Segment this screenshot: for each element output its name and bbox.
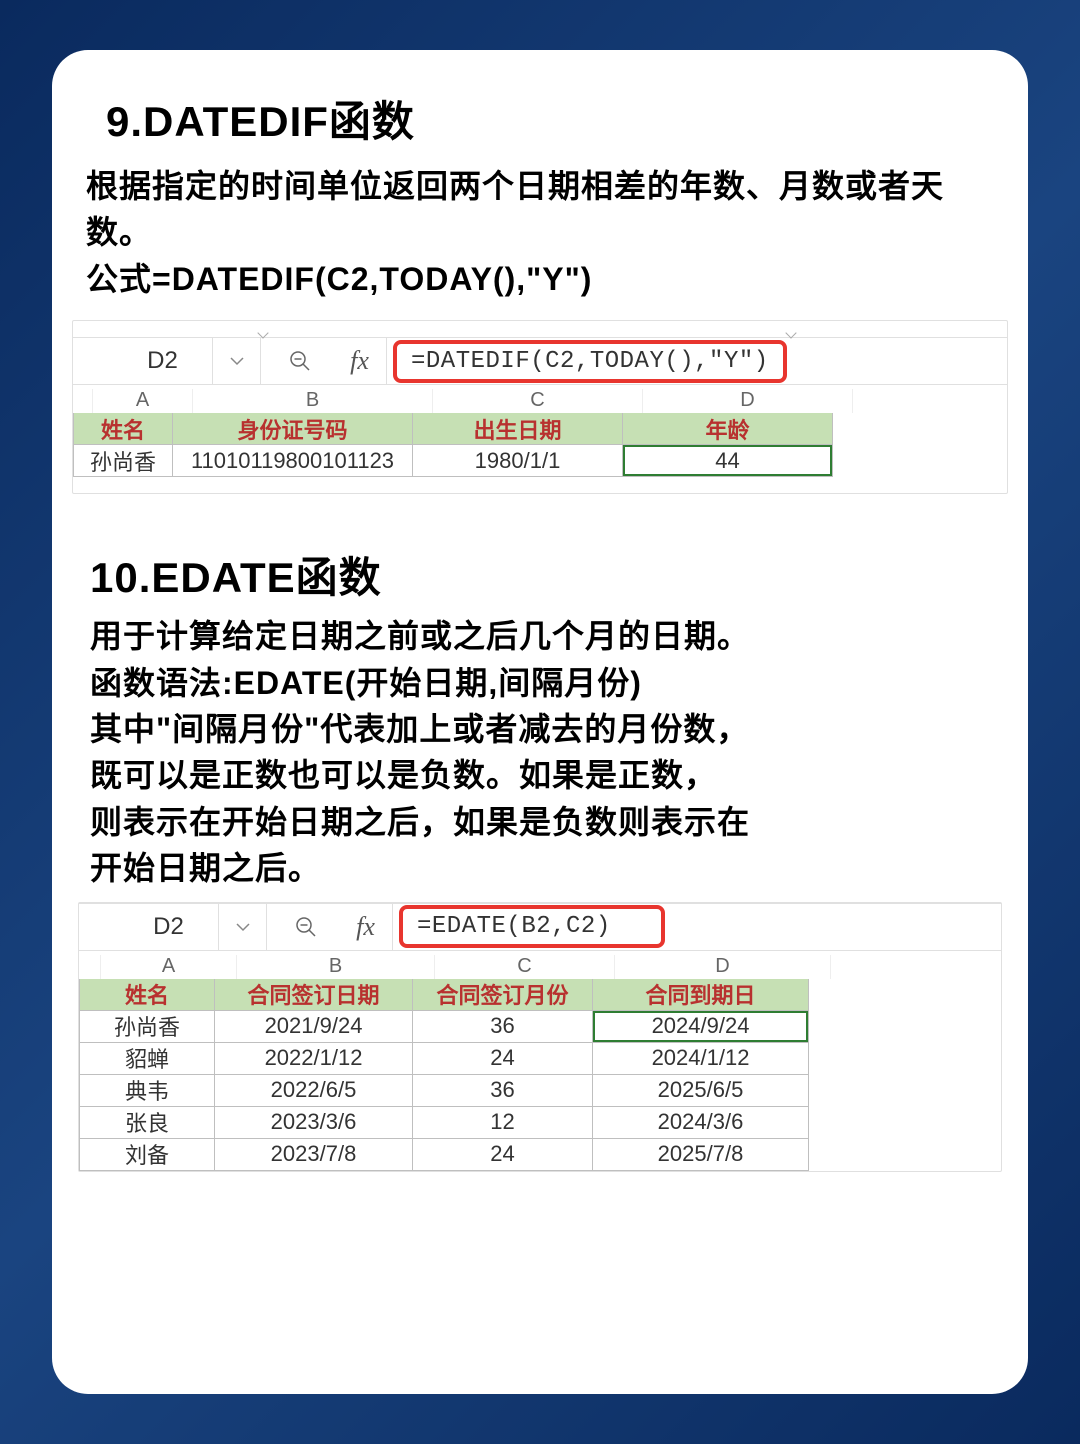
- desc-text: 函数语法:EDATE(开始日期,间隔月份): [90, 665, 642, 701]
- section-title-1: 9.DATEDIF函数: [106, 88, 998, 149]
- desc-text: 其中"间隔月份"代表加上或者减去的月份数，: [90, 711, 749, 747]
- table-header-row: 姓名 身份证号码 出生日期 年龄: [73, 413, 1007, 445]
- cell[interactable]: 孙尚香: [79, 1011, 215, 1043]
- spreadsheet-1: A B C D 姓名 身份证号码 出生日期 年龄 孙尚香 11010119800…: [73, 389, 1007, 477]
- cell[interactable]: 2022/6/5: [215, 1075, 413, 1107]
- cell[interactable]: 貂蝉: [79, 1043, 215, 1075]
- col-header-B[interactable]: B: [193, 389, 433, 413]
- cell[interactable]: 2023/3/6: [215, 1107, 413, 1139]
- table-row: 孙尚香 2021/9/24 36 2024/9/24: [79, 1011, 1001, 1043]
- desc-text: 则表示在开始日期之后，如果是负数则表示在: [90, 804, 750, 840]
- table-row: 张良 2023/3/6 12 2024/3/6: [79, 1107, 1001, 1139]
- cell[interactable]: 1980/1/1: [413, 445, 623, 477]
- content-card: 9.DATEDIF函数 根据指定的时间单位返回两个日期相差的年数、月数或者天数。…: [52, 50, 1028, 1394]
- table-row: 典韦 2022/6/5 36 2025/6/5: [79, 1075, 1001, 1107]
- col-header-C[interactable]: C: [433, 389, 643, 413]
- fx-icon[interactable]: fx: [345, 904, 393, 950]
- table-header-row: 姓名 合同签订日期 合同签订月份 合同到期日: [79, 979, 1001, 1011]
- zoom-out-icon[interactable]: [261, 338, 339, 384]
- cell[interactable]: 孙尚香: [73, 445, 173, 477]
- section-datedif: 9.DATEDIF函数 根据指定的时间单位返回两个日期相差的年数、月数或者天数。…: [82, 88, 998, 494]
- ruler-ticks: [73, 321, 1007, 337]
- fx-icon[interactable]: fx: [339, 338, 387, 384]
- header-name[interactable]: 姓名: [79, 979, 215, 1011]
- excel-snippet-1: D2 fx =DATEDIF(C2,TODAY(),"Y") A B C D: [72, 320, 1008, 494]
- cell[interactable]: 12: [413, 1107, 593, 1139]
- section-edate: 10.EDATE函数 用于计算给定日期之前或之后几个月的日期。 函数语法:EDA…: [82, 544, 998, 1171]
- header-signdate[interactable]: 合同签订日期: [215, 979, 413, 1011]
- header-months[interactable]: 合同签订月份: [413, 979, 593, 1011]
- cell[interactable]: 张良: [79, 1107, 215, 1139]
- header-id[interactable]: 身份证号码: [173, 413, 413, 445]
- excel-snippet-2: D2 fx =EDATE(B2,C2) A B C D: [78, 902, 1002, 1172]
- active-cell[interactable]: 2024/9/24: [593, 1011, 809, 1043]
- column-headers: A B C D: [79, 955, 1001, 979]
- cell[interactable]: 2022/1/12: [215, 1043, 413, 1075]
- active-cell[interactable]: 44: [623, 445, 833, 477]
- name-box[interactable]: D2: [73, 338, 213, 384]
- cell[interactable]: 11010119800101123: [173, 445, 413, 477]
- cell[interactable]: 2024/1/12: [593, 1043, 809, 1075]
- formula-input-1[interactable]: =DATEDIF(C2,TODAY(),"Y"): [393, 340, 787, 383]
- section-desc-2: 用于计算给定日期之前或之后几个月的日期。 函数语法:EDATE(开始日期,间隔月…: [90, 613, 998, 891]
- col-header-A[interactable]: A: [101, 955, 237, 979]
- cell[interactable]: 2024/3/6: [593, 1107, 809, 1139]
- header-age[interactable]: 年龄: [623, 413, 833, 445]
- col-header-D[interactable]: D: [643, 389, 853, 413]
- col-header-B[interactable]: B: [237, 955, 435, 979]
- formula-bar-1: D2 fx =DATEDIF(C2,TODAY(),"Y"): [73, 337, 1007, 385]
- desc-text: 开始日期之后。: [90, 850, 321, 886]
- chevron-down-icon[interactable]: [213, 338, 261, 384]
- cell[interactable]: 典韦: [79, 1075, 215, 1107]
- header-birthdate[interactable]: 出生日期: [413, 413, 623, 445]
- cell[interactable]: 2021/9/24: [215, 1011, 413, 1043]
- table-row: 孙尚香 11010119800101123 1980/1/1 44: [73, 445, 1007, 477]
- zoom-out-icon[interactable]: [267, 904, 345, 950]
- name-box[interactable]: D2: [79, 904, 219, 950]
- table-row: 刘备 2023/7/8 24 2025/7/8: [79, 1139, 1001, 1171]
- cell[interactable]: 36: [413, 1011, 593, 1043]
- col-header-C[interactable]: C: [435, 955, 615, 979]
- desc-text: 既可以是正数也可以是负数。如果是正数，: [90, 757, 717, 793]
- spreadsheet-2: A B C D 姓名 合同签订日期 合同签订月份 合同到期日 孙尚香 2021/…: [79, 955, 1001, 1171]
- col-header-D[interactable]: D: [615, 955, 831, 979]
- section-title-2: 10.EDATE函数: [90, 544, 998, 605]
- cell[interactable]: 2025/6/5: [593, 1075, 809, 1107]
- formula-text: 公式=DATEDIF(C2,TODAY(),"Y"): [86, 261, 592, 297]
- chevron-down-icon[interactable]: [219, 904, 267, 950]
- header-expire[interactable]: 合同到期日: [593, 979, 809, 1011]
- desc-text: 根据指定的时间单位返回两个日期相差的年数、月数或者天数。: [86, 168, 944, 250]
- cell[interactable]: 2025/7/8: [593, 1139, 809, 1171]
- cell[interactable]: 2023/7/8: [215, 1139, 413, 1171]
- cell[interactable]: 刘备: [79, 1139, 215, 1171]
- header-name[interactable]: 姓名: [73, 413, 173, 445]
- column-headers: A B C D: [73, 389, 1007, 413]
- desc-text: 用于计算给定日期之前或之后几个月的日期。: [90, 618, 750, 654]
- cell[interactable]: 24: [413, 1043, 593, 1075]
- cell[interactable]: 36: [413, 1075, 593, 1107]
- formula-bar-2: D2 fx =EDATE(B2,C2): [79, 903, 1001, 951]
- table-row: 貂蝉 2022/1/12 24 2024/1/12: [79, 1043, 1001, 1075]
- col-header-A[interactable]: A: [93, 389, 193, 413]
- section-desc-1: 根据指定的时间单位返回两个日期相差的年数、月数或者天数。 公式=DATEDIF(…: [86, 163, 998, 302]
- formula-input-2[interactable]: =EDATE(B2,C2): [399, 905, 665, 948]
- cell[interactable]: 24: [413, 1139, 593, 1171]
